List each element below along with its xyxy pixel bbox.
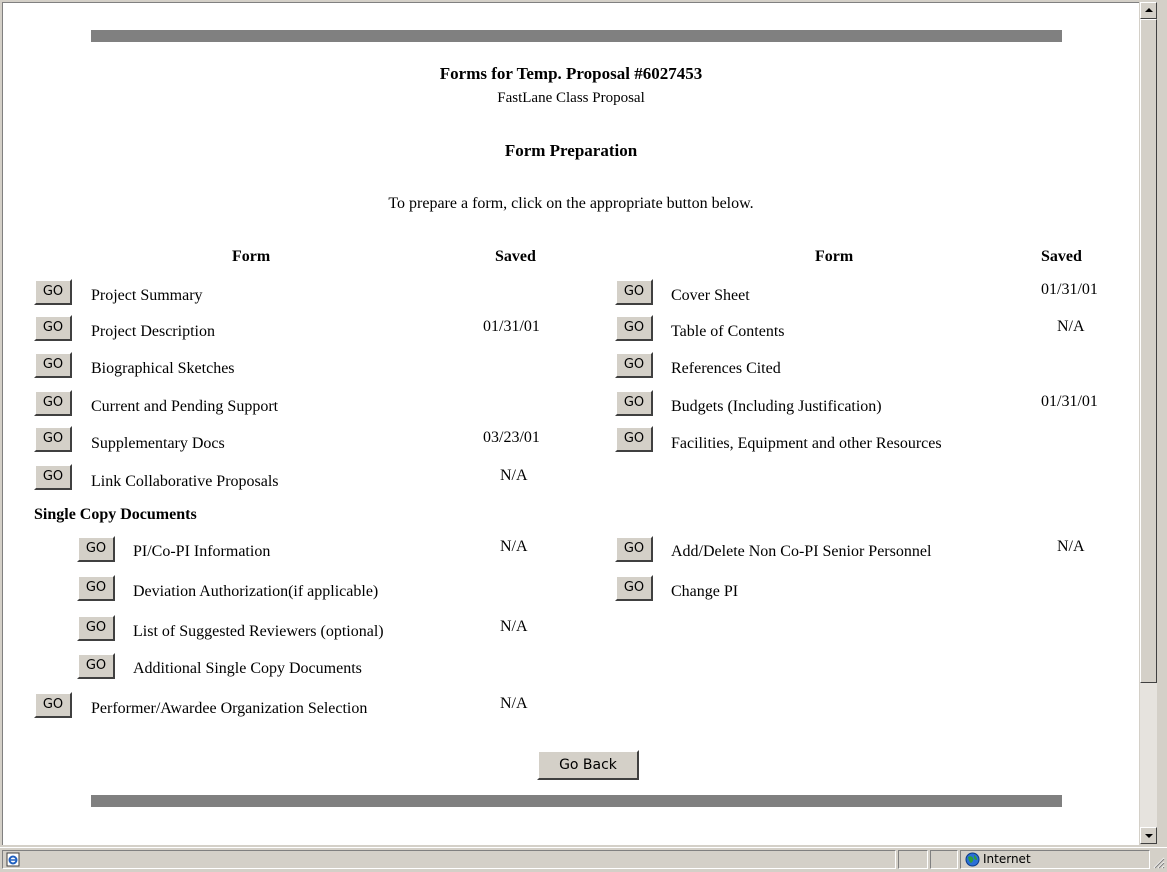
single-copy-heading: Single Copy Documents <box>34 506 197 523</box>
form-label-deviation-authorization: Deviation Authorization(if applicable) <box>133 583 379 600</box>
status-bar: Internet <box>0 847 1167 872</box>
go-button-project-description[interactable]: GO <box>34 315 72 341</box>
ie-page-icon <box>6 852 20 867</box>
go-button-deviation-authorization[interactable]: GO <box>77 575 115 601</box>
go-button-cover-sheet[interactable]: GO <box>615 279 653 305</box>
go-button-facilities[interactable]: GO <box>615 426 653 452</box>
form-label-table-of-contents: Table of Contents <box>671 323 785 340</box>
status-pane-2 <box>930 850 958 869</box>
status-zone-pane: Internet <box>960 850 1150 869</box>
go-button-project-summary[interactable]: GO <box>34 279 72 305</box>
go-back-button[interactable]: Go Back <box>537 750 639 780</box>
form-label-project-description: Project Description <box>91 323 215 340</box>
form-label-current-pending-support: Current and Pending Support <box>91 398 279 415</box>
page-subtitle: FastLane Class Proposal <box>497 90 645 106</box>
go-button-pi-copi-information[interactable]: GO <box>77 536 115 562</box>
scroll-thumb[interactable] <box>1140 19 1157 683</box>
go-button-current-pending-support[interactable]: GO <box>34 390 72 416</box>
form-label-suggested-reviewers: List of Suggested Reviewers (optional) <box>133 623 384 640</box>
globe-icon <box>965 852 980 867</box>
zone-label: Internet <box>983 852 1031 866</box>
saved-status-link-collaborative: N/A <box>500 467 528 484</box>
saved-date-supplementary-docs: 03/23/01 <box>483 429 540 446</box>
form-label-budgets: Budgets (Including Justification) <box>671 398 882 415</box>
arrow-down-icon <box>1145 834 1153 838</box>
scroll-down-button[interactable] <box>1140 827 1157 844</box>
form-label-performer-selection: Performer/Awardee Organization Selection <box>91 700 368 717</box>
saved-status-add-delete-senior-personnel: N/A <box>1057 538 1085 555</box>
go-button-change-pi[interactable]: GO <box>615 575 653 601</box>
section-heading: Form Preparation <box>504 141 638 160</box>
saved-status-table-of-contents: N/A <box>1057 318 1085 335</box>
go-button-add-delete-senior-personnel[interactable]: GO <box>615 536 653 562</box>
form-label-facilities: Facilities, Equipment and other Resource… <box>671 435 942 452</box>
saved-status-suggested-reviewers: N/A <box>500 618 528 635</box>
scroll-up-button[interactable] <box>1140 2 1157 19</box>
go-button-references-cited[interactable]: GO <box>615 352 653 378</box>
instruction-text: To prepare a form, click on the appropri… <box>388 195 754 212</box>
form-label-biographical-sketches: Biographical Sketches <box>91 360 235 377</box>
right-form-column-header: Form <box>815 248 854 265</box>
form-label-supplementary-docs: Supplementary Docs <box>91 435 225 452</box>
go-button-additional-single-copy[interactable]: GO <box>77 653 115 679</box>
form-label-pi-copi-information: PI/Co-PI Information <box>133 543 271 560</box>
go-button-budgets[interactable]: GO <box>615 390 653 416</box>
browser-content: Forms for Temp. Proposal #6027453 FastLa… <box>2 2 1139 845</box>
form-label-project-summary: Project Summary <box>91 287 203 304</box>
left-form-column-header: Form <box>232 248 271 265</box>
status-pane-1 <box>898 850 928 869</box>
go-button-biographical-sketches[interactable]: GO <box>34 352 72 378</box>
status-main-pane <box>2 850 896 869</box>
saved-date-project-description: 01/31/01 <box>483 318 540 335</box>
form-label-references-cited: References Cited <box>671 360 781 377</box>
go-button-link-collaborative[interactable]: GO <box>34 464 72 490</box>
arrow-up-icon <box>1145 8 1153 12</box>
bottom-divider-bar <box>91 795 1062 807</box>
form-label-additional-single-copy: Additional Single Copy Documents <box>133 660 362 677</box>
top-divider-bar <box>91 30 1062 42</box>
form-label-add-delete-senior-personnel: Add/Delete Non Co-PI Senior Personnel <box>671 543 932 560</box>
page-title: Forms for Temp. Proposal #6027453 <box>439 64 703 83</box>
form-label-link-collaborative: Link Collaborative Proposals <box>91 473 279 490</box>
saved-status-performer-selection: N/A <box>500 695 528 712</box>
go-button-performer-selection[interactable]: GO <box>34 692 72 718</box>
form-label-cover-sheet: Cover Sheet <box>671 287 750 304</box>
vertical-scrollbar[interactable] <box>1140 2 1157 844</box>
left-saved-column-header: Saved <box>495 248 536 265</box>
go-button-table-of-contents[interactable]: GO <box>615 315 653 341</box>
go-button-supplementary-docs[interactable]: GO <box>34 426 72 452</box>
go-button-suggested-reviewers[interactable]: GO <box>77 615 115 641</box>
saved-status-pi-copi-information: N/A <box>500 538 528 555</box>
form-label-change-pi: Change PI <box>671 583 739 600</box>
resize-grip-icon[interactable] <box>1152 856 1165 869</box>
saved-date-budgets: 01/31/01 <box>1041 393 1098 410</box>
right-saved-column-header: Saved <box>1041 248 1082 265</box>
saved-date-cover-sheet: 01/31/01 <box>1041 281 1098 298</box>
